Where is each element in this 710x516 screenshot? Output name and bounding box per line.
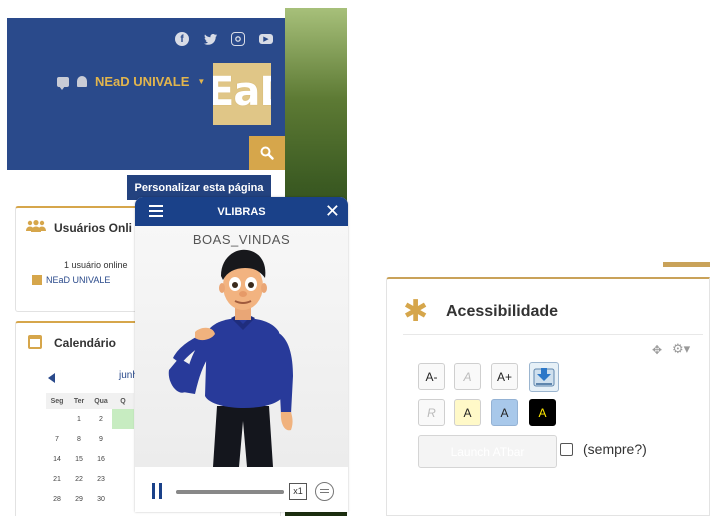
notifications-icon[interactable] <box>77 76 87 87</box>
vlibras-controls: x1 <box>135 467 348 512</box>
asterisk-icon: ✱ <box>403 294 429 329</box>
calendar-day[interactable]: 28 <box>46 496 68 503</box>
reset-colors-button[interactable]: R <box>418 399 445 426</box>
subtitles-icon[interactable] <box>315 482 334 501</box>
calendar-day[interactable]: 22 <box>68 476 90 483</box>
calendar-week: 14 15 16 <box>46 449 134 469</box>
progress-fill <box>176 490 284 494</box>
calendar-day[interactable]: 1 <box>68 416 90 423</box>
user-name[interactable]: NEaD UNIVALE <box>95 74 189 89</box>
weekday: Qua <box>94 397 108 405</box>
accessibility-title: Acessibilidade <box>446 303 559 320</box>
calendar-day[interactable]: 7 <box>46 436 68 443</box>
weekday: Q <box>120 397 126 405</box>
calendar-week: 28 29 30 <box>46 489 134 509</box>
vlibras-gloss: BOAS_VINDAS <box>192 232 291 247</box>
calendar-week: 1 2 <box>46 409 134 429</box>
close-icon[interactable]: ✕ <box>325 201 340 221</box>
calendar-day[interactable]: 2 <box>90 416 112 423</box>
reset-font-button[interactable]: A <box>454 363 481 390</box>
weekday: Seg <box>50 397 64 405</box>
always-checkbox[interactable] <box>560 443 573 456</box>
calendar-day[interactable]: 21 <box>46 476 68 483</box>
vlibras-widget: VLIBRAS ✕ BOAS_VINDAS x1 <box>135 197 348 512</box>
vlibras-title: VLIBRAS <box>217 205 266 218</box>
calendar-title: Calendário <box>54 336 117 350</box>
increase-font-button[interactable]: A+ <box>491 363 518 390</box>
calendar-day-today[interactable] <box>112 409 134 429</box>
calendar-day[interactable]: 14 <box>46 456 68 463</box>
twitter-icon[interactable] <box>203 32 217 46</box>
calendar-day[interactable]: 15 <box>68 456 90 463</box>
search-button[interactable] <box>249 136 285 170</box>
weekday: Ter <box>73 397 85 405</box>
color-scheme-blue-button[interactable]: A <box>491 399 518 426</box>
user-avatar <box>32 275 42 285</box>
color-scheme-black-button[interactable]: A <box>529 399 556 426</box>
logo-text: EaD <box>213 69 271 115</box>
online-user-name[interactable]: NEaD UNIVALE <box>46 275 110 285</box>
vlibras-header: VLIBRAS ✕ <box>135 197 348 226</box>
calendar-day[interactable]: 9 <box>90 436 112 443</box>
site-header: f ▶ NEaD UNIVALE ▼ EaD <box>7 18 285 170</box>
instagram-icon[interactable] <box>231 32 245 46</box>
previous-month-arrow[interactable] <box>48 373 55 383</box>
pause-icon[interactable] <box>152 483 162 499</box>
calendar-weekdays: Seg Ter Qua Q <box>46 393 134 409</box>
calendar-day[interactable]: 30 <box>90 496 112 503</box>
sign-language-avatar <box>168 249 293 467</box>
color-scheme-yellow-button[interactable]: A <box>454 399 481 426</box>
calendar-icon <box>28 335 42 349</box>
facebook-icon[interactable]: f <box>175 32 189 46</box>
chevron-down-icon[interactable]: ▼ <box>197 77 205 86</box>
online-user-link[interactable]: NEaD UNIVALE <box>32 275 110 285</box>
site-logo[interactable]: EaD <box>213 63 271 125</box>
users-icon <box>26 220 46 232</box>
progress-slider[interactable] <box>176 490 284 494</box>
messages-icon[interactable] <box>57 76 69 90</box>
block-accent-bar <box>663 262 710 267</box>
gear-icon[interactable]: ⚙▾ <box>672 341 690 357</box>
always-label: (sempre?) <box>583 441 647 457</box>
youtube-icon[interactable]: ▶ <box>259 34 273 44</box>
divider <box>403 334 703 335</box>
calendar-day[interactable]: 16 <box>90 456 112 463</box>
calendar-day[interactable]: 8 <box>68 436 90 443</box>
speed-button[interactable]: x1 <box>289 483 307 500</box>
move-icon[interactable]: ✥ <box>652 343 662 357</box>
accessibility-block: ✱ Acessibilidade ✥ ⚙▾ A- A A+ R A A A La… <box>386 277 710 516</box>
calendar-day[interactable]: 29 <box>68 496 90 503</box>
calendar-week: 7 8 9 <box>46 429 134 449</box>
social-links: f ▶ <box>175 32 273 46</box>
decrease-font-button[interactable]: A- <box>418 363 445 390</box>
launch-atbar-button[interactable]: Launch ATbar <box>418 435 557 468</box>
download-icon <box>533 368 555 387</box>
save-settings-button[interactable] <box>529 362 559 392</box>
search-icon <box>260 146 274 160</box>
user-menu[interactable]: NEaD UNIVALE ▼ <box>57 74 205 90</box>
vlibras-stage: BOAS_VINDAS <box>135 226 348 467</box>
online-count: 1 usuário online <box>64 260 128 270</box>
calendar-day[interactable]: 23 <box>90 476 112 483</box>
calendar-grid: Seg Ter Qua Q 1 2 7 8 9 14 15 16 21 22 2… <box>46 393 134 509</box>
online-users-title: Usuários Onli <box>54 221 133 235</box>
calendar-week: 21 22 23 <box>46 469 134 489</box>
